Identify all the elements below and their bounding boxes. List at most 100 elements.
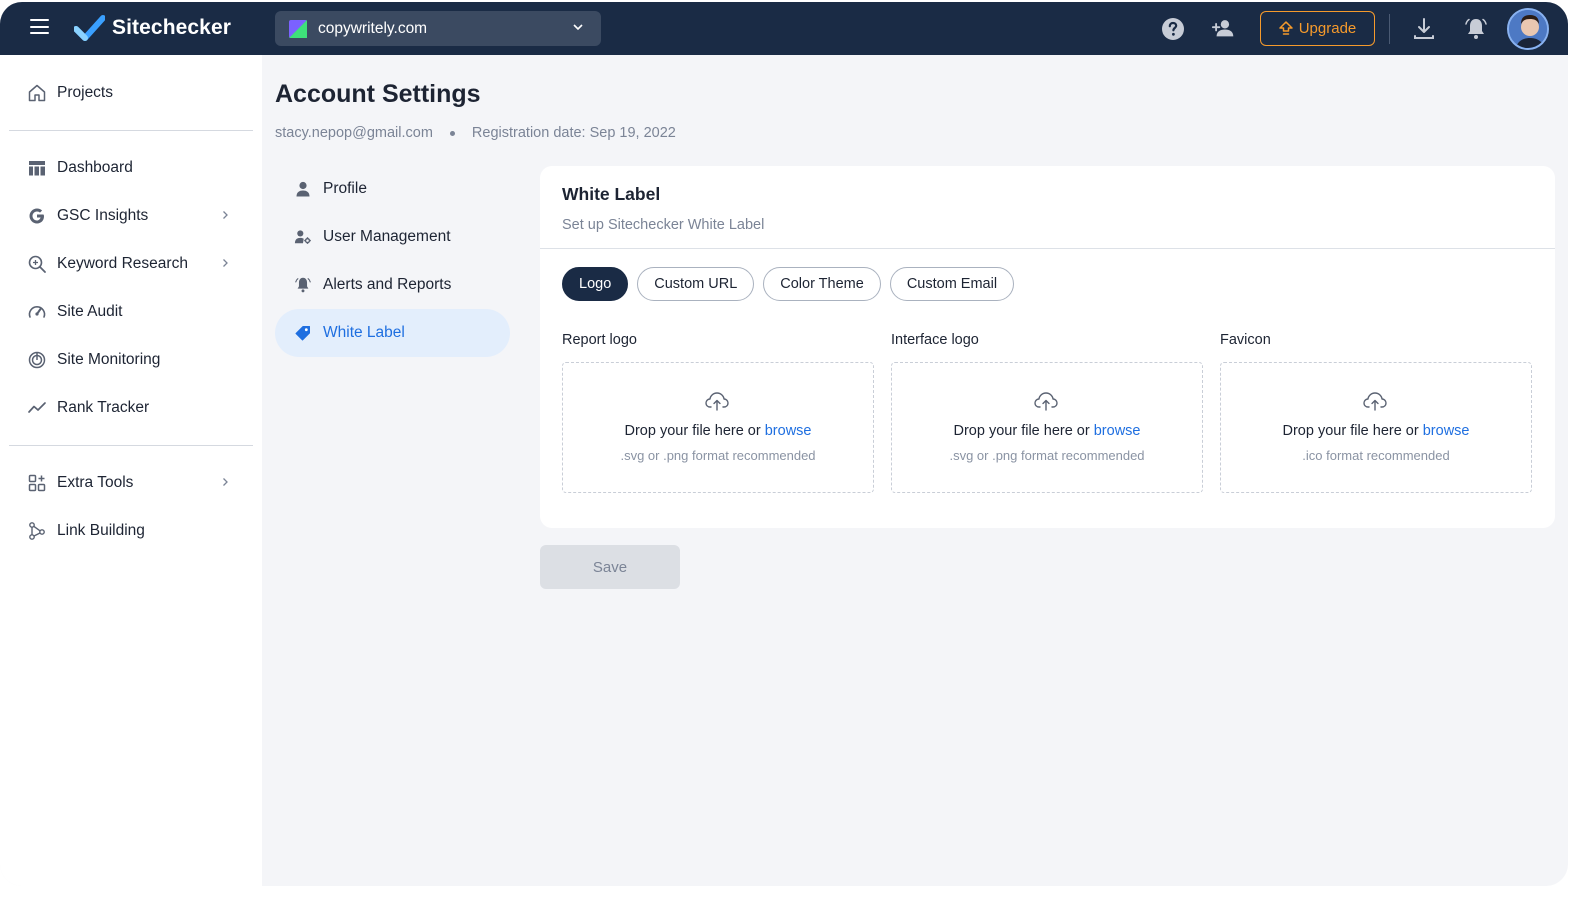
drop-instruction: Drop your file here or	[624, 423, 761, 439]
browse-link[interactable]: browse	[1094, 423, 1141, 439]
save-button[interactable]: Save	[540, 545, 680, 589]
cloud-upload-icon	[705, 392, 729, 411]
tag-icon	[294, 324, 312, 342]
sidebar-item-label: Extra Tools	[57, 474, 134, 491]
dashboard-icon	[27, 158, 47, 178]
bell-icon	[294, 276, 312, 294]
upload-report-logo: Report logo Drop your file here or brows…	[562, 332, 874, 493]
sidebar-item-label: GSC Insights	[57, 207, 149, 224]
sidebar-item-label: Site Monitoring	[57, 351, 161, 368]
registration-date: Registration date: Sep 19, 2022	[471, 125, 676, 141]
google-icon	[27, 206, 47, 226]
menu-icon[interactable]	[30, 19, 49, 35]
bell-icon[interactable]	[1463, 16, 1489, 42]
section-subtitle: Set up Sitechecker White Label	[562, 217, 765, 233]
sidebar-item-label: Dashboard	[57, 159, 133, 176]
add-user-icon[interactable]	[1211, 16, 1237, 42]
gauge-icon	[27, 302, 47, 322]
help-icon[interactable]	[1160, 16, 1186, 42]
settings-tab-profile[interactable]: Profile	[275, 165, 510, 213]
settings-tab-label: Alerts and Reports	[323, 276, 452, 293]
white-label-tabs: Logo Custom URL Color Theme Custom Email	[562, 267, 1023, 301]
settings-tab-white-label[interactable]: White Label	[275, 309, 510, 357]
download-icon[interactable]	[1411, 16, 1437, 42]
settings-tab-label: Profile	[323, 180, 367, 197]
screen: Sitechecker copywritely.com Upgrade Proj…	[0, 0, 1596, 900]
checkmark-logo-icon	[74, 15, 105, 41]
browse-link[interactable]: browse	[765, 423, 812, 439]
drop-instruction: Drop your file here or	[1282, 423, 1419, 439]
section-title: White Label	[562, 184, 661, 204]
favicon-dropzone[interactable]: Drop your file here or browse .ico forma…	[1220, 362, 1532, 493]
sidebar: Projects Dashboard GSC Insights Keyword …	[0, 55, 262, 886]
format-hint: .svg or .png format recommended	[620, 448, 816, 463]
interface-logo-dropzone[interactable]: Drop your file here or browse .svg or .p…	[891, 362, 1203, 493]
user-icon	[294, 180, 312, 198]
sidebar-item-dashboard[interactable]: Dashboard	[9, 148, 253, 188]
sidebar-item-gsc-insights[interactable]: GSC Insights	[9, 196, 253, 236]
upload-interface-logo: Interface logo Drop your file here or br…	[891, 332, 1203, 493]
sidebar-item-site-monitoring[interactable]: Site Monitoring	[9, 340, 253, 380]
app-window: Sitechecker copywritely.com Upgrade Proj…	[0, 2, 1568, 886]
monitoring-icon	[27, 350, 47, 370]
chevron-right-icon	[223, 478, 228, 486]
chevron-right-icon	[223, 259, 228, 267]
keyword-search-icon	[27, 254, 47, 274]
drop-instruction: Drop your file here or	[953, 423, 1090, 439]
sidebar-divider	[9, 445, 253, 446]
sidebar-item-site-audit[interactable]: Site Audit	[9, 292, 253, 332]
home-icon	[27, 83, 47, 103]
upgrade-label: Upgrade	[1298, 20, 1357, 37]
avatar[interactable]	[1507, 8, 1549, 50]
white-label-card: White Label Set up Sitechecker White Lab…	[540, 166, 1555, 528]
user-gear-icon	[294, 228, 312, 246]
sidebar-item-label: Projects	[57, 84, 113, 101]
page-title: Account Settings	[275, 80, 481, 108]
project-favicon-icon	[289, 19, 307, 38]
tab-custom-email[interactable]: Custom Email	[889, 267, 1015, 301]
upload-favicon: Favicon Drop your file here or browse .i…	[1220, 332, 1532, 493]
cloud-upload-icon	[1034, 392, 1058, 411]
settings-tab-label: White Label	[323, 324, 405, 341]
top-bar: Sitechecker copywritely.com Upgrade	[0, 2, 1568, 55]
upgrade-button[interactable]: Upgrade	[1260, 11, 1375, 46]
sidebar-item-keyword-research[interactable]: Keyword Research	[9, 244, 253, 284]
sidebar-item-rank-tracker[interactable]: Rank Tracker	[9, 388, 253, 428]
sidebar-item-link-building[interactable]: Link Building	[9, 511, 253, 551]
settings-nav: Profile User Management Alerts and Repor…	[275, 165, 510, 357]
report-logo-dropzone[interactable]: Drop your file here or browse .svg or .p…	[562, 362, 874, 493]
sidebar-item-projects[interactable]: Projects	[9, 73, 253, 113]
tab-logo[interactable]: Logo	[562, 267, 629, 301]
settings-tab-user-management[interactable]: User Management	[275, 213, 510, 261]
account-meta: stacy.nepop@gmail.com Registration date:…	[275, 125, 676, 141]
brand-logo[interactable]: Sitechecker	[74, 15, 231, 41]
browse-link[interactable]: browse	[1423, 423, 1470, 439]
project-name: copywritely.com	[318, 19, 428, 37]
trend-icon	[27, 398, 47, 418]
chevron-right-icon	[223, 211, 228, 219]
sidebar-item-extra-tools[interactable]: Extra Tools	[9, 463, 253, 503]
main-content: Account Settings stacy.nepop@gmail.com R…	[262, 55, 1568, 886]
sidebar-item-label: Site Audit	[57, 303, 123, 320]
upgrade-arrow-icon	[1278, 21, 1293, 35]
meta-separator-dot	[449, 130, 455, 136]
dropzone-text: Drop your file here or browse	[892, 423, 1202, 439]
tab-color-theme[interactable]: Color Theme	[763, 267, 881, 301]
sidebar-item-label: Link Building	[57, 522, 145, 539]
format-hint: .svg or .png format recommended	[949, 448, 1145, 463]
upload-label: Interface logo	[891, 332, 979, 348]
tools-grid-icon	[27, 473, 47, 493]
project-selector[interactable]: copywritely.com	[275, 11, 601, 46]
sidebar-item-label: Keyword Research	[57, 255, 188, 272]
dropzone-text: Drop your file here or browse	[1221, 423, 1531, 439]
dropzone-text: Drop your file here or browse	[563, 423, 873, 439]
sidebar-divider	[9, 130, 253, 131]
upload-label: Favicon	[1220, 332, 1271, 348]
settings-tab-alerts-and-reports[interactable]: Alerts and Reports	[275, 261, 510, 309]
settings-tab-label: User Management	[323, 228, 451, 245]
cloud-upload-icon	[1363, 392, 1387, 411]
tab-custom-url[interactable]: Custom URL	[637, 267, 755, 301]
card-divider	[540, 248, 1555, 249]
brand-name: Sitechecker	[112, 16, 232, 39]
topbar-divider	[1389, 14, 1390, 44]
